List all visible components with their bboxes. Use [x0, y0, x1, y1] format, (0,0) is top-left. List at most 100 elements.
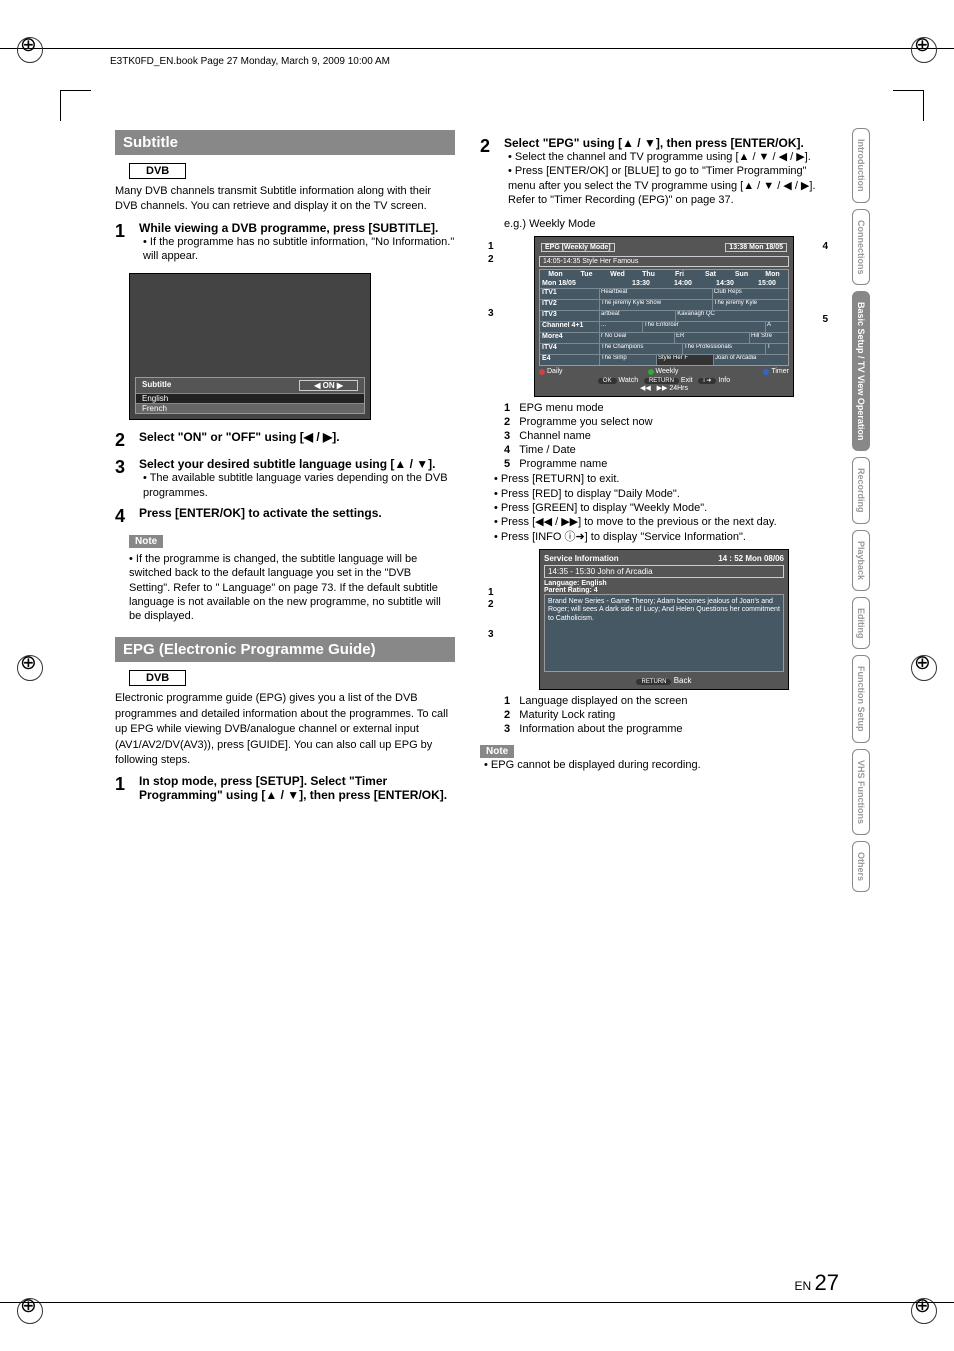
step-4: 4 Press [ENTER/OK] to activate the setti…	[115, 506, 455, 527]
example-label: e.g.) Weekly Mode	[504, 217, 820, 231]
epg-prog: r No Deal	[599, 333, 674, 343]
tab-connections[interactable]: Connections	[852, 209, 870, 286]
epg-bullet: • Press [◀◀ / ▶▶] to move to the previou…	[494, 515, 820, 529]
callout-5: 5	[822, 314, 828, 325]
epg-bullet: • Press [GREEN] to display "Weekly Mode"…	[494, 501, 820, 515]
legend-item: Programme name	[519, 458, 607, 470]
left-column: Subtitle DVB Many DVB channels transmit …	[115, 130, 455, 802]
step-title: While viewing a DVB programme, press [SU…	[139, 221, 455, 235]
epg-day: Sun	[726, 270, 757, 279]
back-label: Back	[674, 676, 692, 685]
step-title: Select "EPG" using [▲ / ▼], then press […	[504, 136, 820, 150]
step-number: 1	[115, 221, 131, 264]
epg-prog: The Enforcer	[642, 322, 765, 332]
epg-channel: ITV4	[540, 344, 599, 354]
header-meta: E3TK0FD_EN.book Page 27 Monday, March 9,…	[110, 56, 390, 67]
epg-prog: Hill Stre	[749, 333, 788, 343]
step-number: 4	[115, 506, 131, 527]
crop-mark-icon	[60, 90, 91, 121]
epg-channel: E4	[540, 355, 599, 365]
epg-exit-label: Exit	[681, 377, 693, 384]
epg-prog: A	[765, 322, 788, 332]
epg-channel: More4	[540, 333, 599, 343]
page-container: E3TK0FD_EN.book Page 27 Monday, March 9,…	[0, 0, 954, 1351]
section-header-subtitle: Subtitle	[115, 130, 455, 155]
note-badge: Note	[129, 535, 163, 548]
epg-prog: artbeat	[599, 311, 675, 321]
epg-channel: Channel 4+1	[540, 322, 599, 332]
tab-playback[interactable]: Playback	[852, 530, 870, 591]
note-badge: Note	[480, 745, 514, 758]
tab-basic-setup[interactable]: Basic Setup / TV View Operation	[852, 291, 870, 451]
epg-24hrs-label: 24Hrs	[669, 385, 688, 392]
callout-2: 2	[488, 599, 494, 610]
step-bullet: • Select the channel and TV programme us…	[508, 150, 820, 164]
step-title: Press [ENTER/OK] to activate the setting…	[139, 506, 455, 520]
registration-mark-icon	[10, 648, 50, 688]
tab-function-setup[interactable]: Function Setup	[852, 655, 870, 743]
tab-recording[interactable]: Recording	[852, 457, 870, 524]
epg-timer-label: Timer	[771, 368, 789, 375]
service-title: Service Information	[544, 554, 619, 563]
content-columns: Subtitle DVB Many DVB channels transmit …	[115, 130, 879, 802]
epg-day: Mon	[757, 270, 788, 279]
epg-prog: Kavanagh QC	[675, 311, 788, 321]
service-description: Brand New Series - Game Theory; Adam bec…	[544, 594, 784, 672]
epg-step-2: 2 Select "EPG" using [▲ / ▼], then press…	[480, 136, 820, 207]
epg-channel: ITV3	[540, 311, 599, 321]
epg-bullet: • Press [RED] to display "Daily Mode".	[494, 487, 820, 501]
epg-watch-label: Watch	[619, 377, 639, 384]
service-language: Language: English	[544, 580, 784, 587]
epg-step-1: 1 In stop mode, press [SETUP]. Select "T…	[115, 774, 455, 802]
epg-prog: The Champions	[599, 344, 682, 354]
service-datetime: 14 : 52 Mon 08/06	[718, 554, 784, 563]
callout-3: 3	[488, 629, 494, 640]
epg-time: 14:00	[662, 279, 704, 288]
epg-prog: Club Reps	[712, 289, 788, 299]
legend-item: Information about the programme	[519, 723, 682, 735]
legend-item: Channel name	[519, 430, 591, 442]
step-title: Select "ON" or "OFF" using [◀ / ▶].	[139, 430, 455, 444]
legend-item: Language displayed on the screen	[519, 695, 687, 707]
service-selected: 14:35 - 15:30 John of Arcadia	[544, 565, 784, 578]
epg-day: Tue	[571, 270, 602, 279]
legend-item: EPG menu mode	[519, 402, 603, 414]
tab-editing[interactable]: Editing	[852, 597, 870, 650]
registration-mark-icon	[904, 1291, 944, 1331]
tab-introduction[interactable]: Introduction	[852, 128, 870, 203]
crop-mark-icon	[893, 90, 924, 121]
callout-4: 4	[822, 241, 828, 252]
step-bullet: • The available subtitle language varies…	[143, 471, 455, 500]
section-tabs: Introduction Connections Basic Setup / T…	[852, 128, 874, 898]
registration-mark-icon	[10, 30, 50, 70]
epg-day: Mon	[540, 270, 571, 279]
step-title: Select your desired subtitle language us…	[139, 457, 455, 471]
legend-item: Time / Date	[519, 444, 575, 456]
epg-time: 14:30	[704, 279, 746, 288]
epg-grid: Mon Tue Wed Thu Fri Sat Sun Mon Mon 18/0…	[539, 269, 789, 366]
step-2: 2 Select "ON" or "OFF" using [◀ / ▶].	[115, 430, 455, 451]
epg-intro-text: Electronic programme guide (EPG) gives y…	[115, 691, 455, 768]
epg-datetime: 13:38 Mon 18/05	[725, 243, 787, 252]
epg-osd-figure: EPG [Weekly Mode] 13:38 Mon 18/05 14:05-…	[534, 236, 794, 397]
legend-item: Maturity Lock rating	[519, 709, 615, 721]
epg-channel: ITV1	[540, 289, 599, 299]
epg-weekly-label: Weekly	[656, 368, 679, 375]
step-number: 1	[115, 774, 131, 802]
section-header-epg: EPG (Electronic Programme Guide)	[115, 637, 455, 662]
epg-prog: Style Her F	[656, 355, 713, 365]
epg-prog: ER	[674, 333, 749, 343]
epg-bullet: • Press [INFO ⓘ➜] to display "Service In…	[494, 530, 820, 544]
tab-others[interactable]: Others	[852, 841, 870, 892]
epg-prog: Joan of Arcadia	[713, 355, 788, 365]
step-number: 2	[480, 136, 496, 207]
tab-vhs-functions[interactable]: VHS Functions	[852, 749, 870, 835]
note-text: • If the programme is changed, the subti…	[129, 552, 455, 623]
osd-lang-row: English	[136, 393, 364, 403]
epg-prog: Heartbeat	[599, 289, 712, 299]
epg-daily-label: Daily	[547, 368, 563, 375]
right-column: 2 Select "EPG" using [▲ / ▼], then press…	[480, 130, 820, 802]
osd-on-toggle: ◀ ON ▶	[299, 380, 358, 391]
epg-day: Wed	[602, 270, 633, 279]
registration-mark-icon	[904, 30, 944, 70]
